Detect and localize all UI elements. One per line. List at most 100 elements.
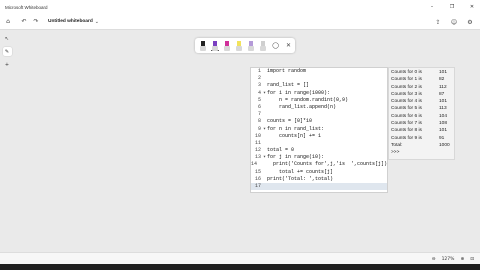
- output-value: 87: [439, 91, 445, 97]
- chevron-down-icon[interactable]: ⌄: [95, 19, 99, 25]
- line-number: 3: [257, 82, 261, 89]
- output-row: Counts for 0 is 101: [391, 69, 452, 76]
- code-line: 6 rand_list.append(n): [251, 104, 387, 111]
- output-value: 104: [439, 113, 448, 119]
- output-value: 82: [439, 77, 445, 83]
- code-text: for i in range(1000):: [267, 89, 331, 96]
- code-text: rand_list.append(n): [267, 103, 337, 110]
- output-value: 1000: [439, 142, 450, 148]
- magenta-pen-button[interactable]: [223, 40, 231, 51]
- output-label: Total:: [391, 142, 403, 148]
- nav-right-actions: ⇪ ☺ ⚙: [432, 14, 476, 30]
- code-text: import random: [267, 68, 307, 74]
- code-line: 5 n = random.randint(0,9): [251, 97, 387, 104]
- black-pen-button[interactable]: [199, 40, 207, 51]
- close-icon[interactable]: ✕: [284, 42, 293, 49]
- output-label: Counts for 4 is: [391, 99, 422, 105]
- app-title: Microsoft Whiteboard: [5, 4, 48, 10]
- line-number: 14: [251, 161, 258, 168]
- inking-tool-button[interactable]: ✎: [2, 47, 12, 56]
- output-label: Counts for 6 is: [391, 113, 422, 119]
- code-text: n = random.randint(0,9): [267, 96, 349, 103]
- code-text: for n in rand_list:: [267, 125, 325, 132]
- close-window-icon[interactable]: ✕: [468, 4, 476, 10]
- fold-toggle: [263, 183, 267, 190]
- line-number: 12: [254, 147, 261, 154]
- code-line: 7: [251, 111, 387, 118]
- nav-bar: ⌂ ↶ ↷ Untitled whiteboard ⌄ ⇪ ☺ ⚙: [0, 14, 480, 30]
- code-lines: 1 import random 2 3 rand_list = [] 4 ▾ for i in…: [251, 68, 387, 191]
- code-text: for j in range(10):: [267, 154, 325, 161]
- output-value: 112: [439, 84, 447, 90]
- output-label: Counts for 3 is: [391, 91, 422, 97]
- line-number: 15: [254, 168, 261, 175]
- gear-icon[interactable]: ⚙: [464, 19, 476, 26]
- window-controls: – ❐ ✕: [428, 0, 476, 14]
- code-line: 16 print('Total: ',total): [251, 176, 387, 183]
- line-number: 2: [257, 75, 261, 82]
- zoom-in-icon[interactable]: ⊕: [460, 257, 464, 262]
- output-value: 91: [439, 135, 445, 141]
- plus-icon: +: [4, 61, 10, 68]
- home-icon[interactable]: ⌂: [2, 18, 14, 25]
- console-prompt: >>>: [391, 150, 400, 156]
- line-number: 11: [254, 139, 261, 146]
- pen-icon: ✎: [4, 48, 10, 55]
- purple-pen-button[interactable]: [211, 40, 219, 51]
- line-number: 9: [257, 125, 261, 132]
- output-row: Counts for 8 is 101: [391, 127, 452, 134]
- eraser-button[interactable]: [259, 40, 267, 51]
- output-label: Counts for 7 is: [391, 121, 422, 127]
- code-line: 4 ▾ for i in range(1000):: [251, 90, 387, 97]
- output-console[interactable]: Counts for 0 is 101 Counts for 1 is 82 Count…: [388, 67, 455, 160]
- code-line: 1 import random: [251, 68, 387, 75]
- code-editor[interactable]: 1 import random 2 3 rand_list = [] 4 ▾ for i in…: [250, 67, 388, 193]
- fit-to-screen-icon[interactable]: ⊡: [470, 257, 474, 262]
- account-icon[interactable]: ☺: [448, 19, 460, 26]
- code-line: 15 total += counts[j]: [251, 169, 387, 176]
- output-lines: Counts for 0 is 101 Counts for 1 is 82 Count…: [391, 69, 452, 149]
- taskbar-strip: [0, 264, 480, 270]
- yellow-highlighter-button[interactable]: [235, 40, 243, 51]
- document-title[interactable]: Untitled whiteboard: [48, 19, 93, 24]
- code-line: 3 rand_list = []: [251, 82, 387, 89]
- minimize-icon[interactable]: –: [428, 4, 436, 10]
- code-line: 10 counts[n] += 1: [251, 133, 387, 140]
- lasso-icon[interactable]: ◯: [271, 42, 280, 49]
- output-row: Counts for 1 is 82: [391, 76, 452, 83]
- fold-toggle: [263, 111, 267, 118]
- code-line: 12 total = 0: [251, 147, 387, 154]
- output-row: Total: 1000: [391, 142, 452, 149]
- code-text: counts = [0]*10: [267, 118, 313, 125]
- output-row: Counts for 6 is 104: [391, 113, 452, 120]
- line-number: 10: [254, 132, 261, 139]
- share-icon[interactable]: ⇪: [432, 19, 444, 26]
- line-number: 6: [257, 103, 261, 110]
- line-number: 1: [257, 68, 261, 74]
- fold-toggle: [263, 75, 267, 82]
- line-number: 13: [254, 154, 261, 161]
- undo-icon[interactable]: ↶: [18, 18, 30, 25]
- restore-icon[interactable]: ❐: [448, 4, 456, 10]
- violet-highlighter-button[interactable]: [247, 40, 255, 51]
- code-line: 9 ▾ for n in rand_list:: [251, 126, 387, 133]
- code-line: 14 print('Counts for',j,'is ',counts[j]): [251, 161, 387, 168]
- code-line: 2: [251, 75, 387, 82]
- line-number: 5: [257, 96, 261, 103]
- code-line: 11: [251, 140, 387, 147]
- code-line: 13 ▾ for j in range(10):: [251, 154, 387, 161]
- redo-icon[interactable]: ↷: [30, 18, 42, 25]
- output-row: Counts for 2 is 112: [391, 84, 452, 91]
- zoom-level[interactable]: 127%: [442, 257, 455, 262]
- status-bar: ⊖ 127% ⊕ ⊡: [0, 252, 480, 264]
- cursor-icon: ↖: [4, 35, 10, 42]
- add-button[interactable]: +: [3, 60, 12, 69]
- code-line: 17: [251, 183, 387, 191]
- select-tool-button[interactable]: ↖: [3, 34, 12, 43]
- line-number: 7: [257, 111, 261, 118]
- left-tool-rail: ↖ ✎ +: [2, 34, 12, 69]
- line-number: 4: [257, 89, 261, 96]
- output-label: Counts for 8 is: [391, 128, 422, 134]
- output-value: 108: [439, 121, 448, 127]
- zoom-out-icon[interactable]: ⊖: [432, 257, 436, 262]
